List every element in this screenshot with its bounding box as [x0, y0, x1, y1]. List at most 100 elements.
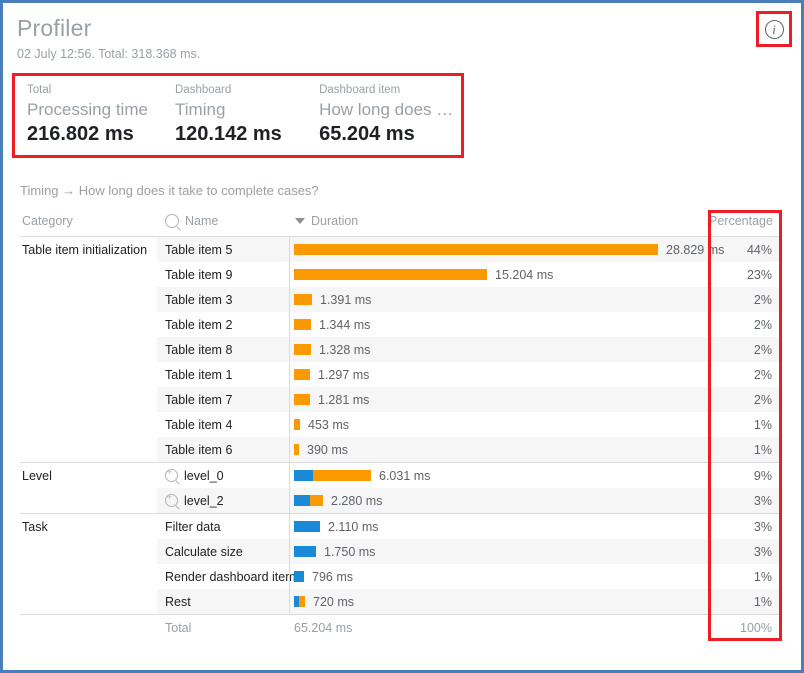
duration-label: 1.297 ms	[318, 368, 369, 382]
table-row[interactable]: Table item 8 1.328 ms 2%	[20, 337, 781, 362]
row-name-label: Table item 3	[165, 293, 232, 307]
profiler-table-wrap: Category Name Duration	[20, 214, 787, 641]
caret-down-icon[interactable]	[295, 218, 305, 224]
cell-total-percentage: 100%	[709, 615, 781, 642]
column-header-name[interactable]: Name	[157, 214, 289, 237]
cell-name[interactable]: Render dashboard item	[157, 564, 289, 589]
header: Profiler 02 July 12:56. Total: 318.368 m…	[3, 3, 801, 63]
table-row[interactable]: Table item 71.281 ms2%	[20, 387, 781, 412]
row-name-label: Table item 7	[165, 393, 232, 407]
kpi-total[interactable]: Total Processing time 216.802 ms	[15, 82, 163, 147]
table-row[interactable]: Table item 2 1.344 ms 2%	[20, 312, 781, 337]
duration-label: 2.110 ms	[328, 520, 379, 534]
column-header-label: Percentage	[709, 214, 773, 228]
bar-segment-orange	[313, 470, 371, 481]
cell-category	[20, 362, 157, 387]
cell-name[interactable]: Table item 3	[157, 287, 289, 312]
kpi-strip: Total Processing time 216.802 ms Dashboa…	[12, 73, 464, 158]
cell-name[interactable]: Table item 1	[157, 362, 289, 387]
profiler-table: Category Name Duration	[20, 214, 781, 641]
cell-category	[20, 312, 157, 337]
total-duration-label: 65.204 ms	[294, 621, 352, 635]
cell-percentage: 1%	[709, 437, 781, 463]
cell-percentage: 2%	[709, 337, 781, 362]
cell-percentage: 2%	[709, 312, 781, 337]
cell-category	[20, 287, 157, 312]
kpi-value: 65.204 ms	[319, 121, 461, 147]
cell-category	[20, 589, 157, 615]
column-header-duration[interactable]: Duration	[289, 214, 709, 237]
table-row[interactable]: Table item 31.391 ms2%	[20, 287, 781, 312]
duration-label: 1.344 ms	[319, 318, 370, 332]
row-name-label: Table item 2	[165, 318, 232, 332]
row-name-label: Table item 5	[165, 243, 232, 257]
bar-segment-blue	[294, 521, 320, 532]
table-row[interactable]: Table item 11.297 ms2%	[20, 362, 781, 387]
duration-bar	[294, 521, 320, 532]
cell-category	[20, 387, 157, 412]
cell-name[interactable]: Calculate size	[157, 539, 289, 564]
cell-name[interactable]: Table item 6	[157, 437, 289, 463]
kpi-category: Dashboard item	[319, 82, 461, 98]
cell-category: Level	[20, 463, 157, 489]
table-row[interactable]: Table item 915.204 ms23%	[20, 262, 781, 287]
info-button[interactable]: i	[756, 11, 792, 47]
cell-category	[20, 437, 157, 463]
column-header-category[interactable]: Category	[20, 214, 157, 237]
cell-percentage: 23%	[709, 262, 781, 287]
bar-segment-orange	[294, 319, 311, 330]
zoom-in-icon[interactable]	[165, 469, 178, 482]
row-name-label: level_0	[184, 469, 224, 483]
column-header-label: Category	[22, 214, 73, 228]
cell-name[interactable]: Table item 8	[157, 337, 289, 362]
cell-name[interactable]: level_0	[157, 463, 289, 489]
cell-name[interactable]: Rest	[157, 589, 289, 615]
table-row[interactable]: Render dashboard item796 ms1%	[20, 564, 781, 589]
bar-segment-blue	[294, 470, 313, 481]
cell-percentage: 3%	[709, 539, 781, 564]
cell-name[interactable]: Filter data	[157, 514, 289, 540]
table-row[interactable]: Table item 4453 ms1%	[20, 412, 781, 437]
column-header-percentage[interactable]: Percentage	[709, 214, 781, 237]
table-row[interactable]: Table item 6390 ms1%	[20, 437, 781, 463]
cell-category	[20, 262, 157, 287]
cell-name[interactable]: Table item 4	[157, 412, 289, 437]
cell-duration: 1.344 ms	[289, 312, 709, 337]
table-row[interactable]: TaskFilter data2.110 ms3%	[20, 514, 781, 540]
zoom-in-icon[interactable]	[165, 494, 178, 507]
kpi-dashboard[interactable]: Dashboard Timing 120.142 ms	[163, 82, 307, 147]
cell-duration: 1.281 ms	[289, 387, 709, 412]
bar-segment-orange	[294, 294, 312, 305]
duration-label: 1.391 ms	[320, 293, 371, 307]
duration-bar	[294, 394, 310, 405]
duration-bar	[294, 369, 310, 380]
cell-name[interactable]: Table item 9	[157, 262, 289, 287]
duration-bar	[294, 269, 487, 280]
cell-name[interactable]: level_2	[157, 488, 289, 514]
cell-category	[20, 488, 157, 514]
cell-name[interactable]: Table item 5	[157, 237, 289, 263]
column-header-label: Duration	[311, 214, 358, 228]
row-name-label: Calculate size	[165, 545, 243, 559]
bar-segment-orange	[294, 369, 310, 380]
table-row[interactable]: Rest720 ms1%	[20, 589, 781, 615]
table-row[interactable]: level_22.280 ms3%	[20, 488, 781, 514]
duration-bar	[294, 294, 312, 305]
cell-percentage: 9%	[709, 463, 781, 489]
duration-bar	[294, 546, 316, 557]
cell-duration: 6.031 ms	[289, 463, 709, 489]
cell-name[interactable]: Table item 7	[157, 387, 289, 412]
table-row[interactable]: Table item initializationTable item 528.…	[20, 237, 781, 263]
duration-label: 1.328 ms	[319, 343, 370, 357]
search-icon[interactable]	[165, 214, 179, 228]
bar-segment-blue	[294, 495, 310, 506]
kpi-dashboard-item[interactable]: Dashboard item How long does … 65.204 ms	[307, 82, 461, 147]
table-row[interactable]: Calculate size1.750 ms3%	[20, 539, 781, 564]
bar-segment-orange	[294, 419, 300, 430]
table-row[interactable]: Level level_0 6.031 ms9%	[20, 463, 781, 489]
table-header: Category Name Duration	[20, 214, 781, 237]
bar-segment-blue	[294, 571, 304, 582]
cell-name[interactable]: Table item 2	[157, 312, 289, 337]
page-title: Profiler	[17, 13, 787, 43]
duration-bar	[294, 444, 299, 455]
